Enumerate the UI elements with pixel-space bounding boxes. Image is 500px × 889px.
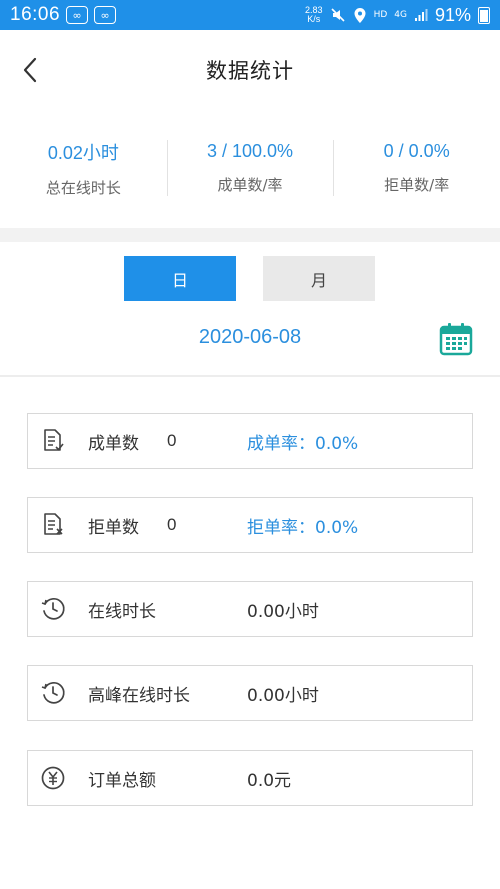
summary-value: 0.02小时 xyxy=(47,142,119,163)
location-icon xyxy=(354,7,366,23)
calendar-button[interactable] xyxy=(439,322,473,356)
clock-icon xyxy=(41,597,65,620)
summary-label: 成单数/率 xyxy=(217,176,283,194)
summary-value: 0 / 0.0% xyxy=(383,141,450,161)
stat-rate: 成单率：0.0% xyxy=(247,433,359,454)
calendar-icon xyxy=(439,323,473,356)
hd-label: HD xyxy=(373,10,388,20)
summary-completed: 3 / 100.0% 成单数/率 xyxy=(166,128,334,208)
stat-card-rejected: 拒单数 0 拒单率：0.0% xyxy=(27,497,473,553)
chevron-left-icon xyxy=(23,57,37,83)
network-type: 4G xyxy=(394,10,407,20)
stat-card-peak-online: 高峰在线时长 0.00小时 xyxy=(27,665,473,721)
battery-icon xyxy=(478,6,490,24)
stat-label: 拒单数 xyxy=(88,517,139,538)
document-x-icon xyxy=(44,513,63,535)
stat-value: 0.00小时 xyxy=(247,685,319,706)
stat-count: 0 xyxy=(167,515,177,534)
network-speed-unit: K/s xyxy=(307,14,321,24)
status-time: 16:06 xyxy=(10,4,61,25)
summary-value: 3 / 100.0% xyxy=(206,141,294,161)
stat-rate: 拒单率：0.0% xyxy=(247,517,359,538)
summary-panel: 0.02小时 总在线时长 3 / 100.0% 成单数/率 0 / 0.0% 拒… xyxy=(0,128,500,208)
tab-day[interactable]: 日 xyxy=(124,256,236,301)
stat-count: 0 xyxy=(167,431,177,450)
stat-card-completed: 成单数 0 成单率：0.0% xyxy=(27,413,473,469)
page-title: 数据统计 xyxy=(206,59,294,83)
summary-rejected: 0 / 0.0% 拒单数/率 xyxy=(333,128,500,208)
status-bar: 16:06 ∞ ∞ 2.83 K/s HD 4G 91% xyxy=(0,0,500,30)
network-speed: 2.83 K/s xyxy=(305,6,323,24)
summary-online-time: 0.02小时 总在线时长 xyxy=(0,128,167,208)
back-button[interactable] xyxy=(10,50,50,90)
app-notification-icon: ∞ xyxy=(66,6,89,24)
selected-date[interactable]: 2020-06-08 xyxy=(150,326,350,349)
battery-percent: 91% xyxy=(434,4,471,25)
summary-label: 拒单数/率 xyxy=(384,176,450,194)
app-notification-icon-2: ∞ xyxy=(94,6,117,24)
stat-label: 成单数 xyxy=(88,433,139,454)
header: 数据统计 xyxy=(0,30,500,110)
tab-month[interactable]: 月 xyxy=(263,256,375,301)
stat-label: 在线时长 xyxy=(88,601,156,622)
divider xyxy=(0,375,500,377)
yuan-circle-icon xyxy=(41,766,65,790)
section-separator xyxy=(0,228,500,242)
stat-card-online-time: 在线时长 0.00小时 xyxy=(27,581,473,637)
status-indicators: 2.83 K/s HD 4G 91% xyxy=(305,5,490,26)
stat-card-order-total: 订单总额 0.0元 xyxy=(27,750,473,806)
signal-icon xyxy=(414,9,428,21)
stat-value: 0.0元 xyxy=(247,770,292,791)
summary-label: 总在线时长 xyxy=(45,178,121,197)
mute-icon xyxy=(330,8,345,22)
clock-icon xyxy=(41,681,65,704)
stat-label: 订单总额 xyxy=(88,770,156,791)
stat-label: 高峰在线时长 xyxy=(88,685,190,706)
document-check-icon xyxy=(44,429,64,451)
stat-value: 0.00小时 xyxy=(247,601,319,622)
